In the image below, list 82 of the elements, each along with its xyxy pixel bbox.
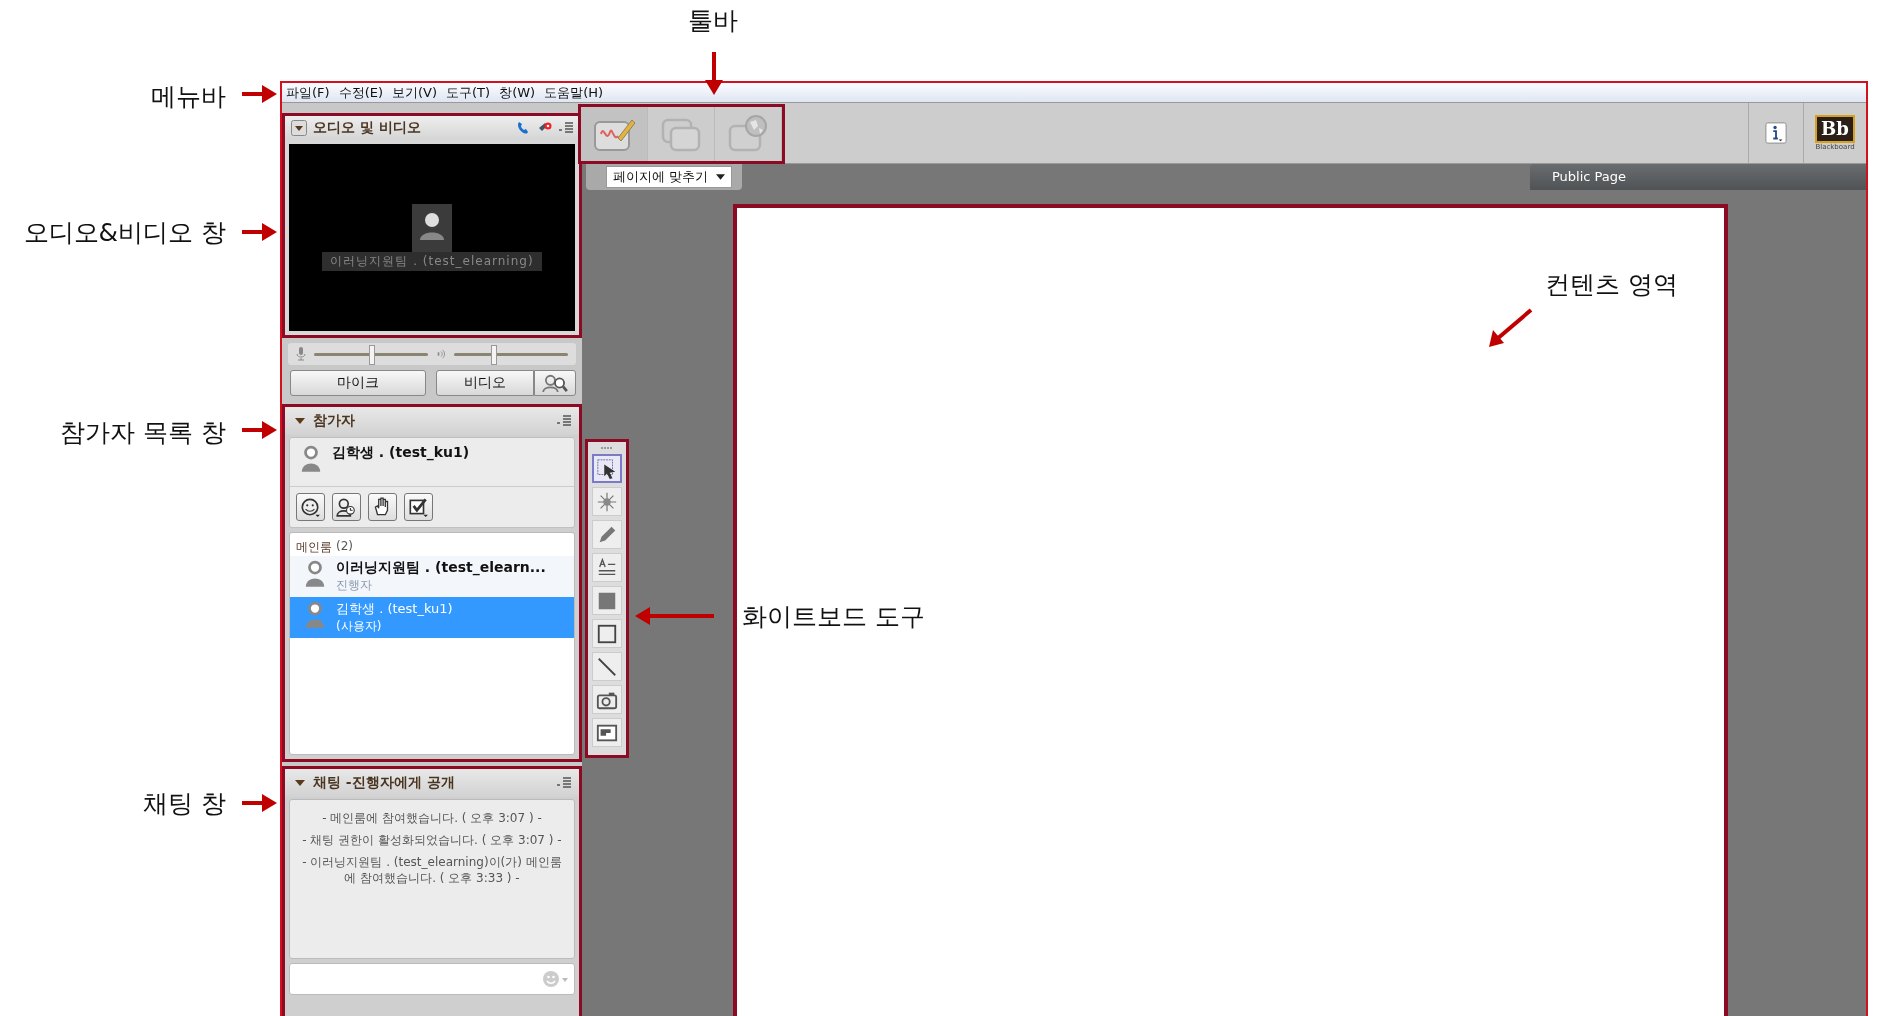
globe-icon bbox=[726, 114, 770, 154]
menu-item[interactable]: 수정(E) bbox=[338, 83, 383, 102]
participant-role: (사용자) bbox=[336, 618, 383, 635]
callout-arrow bbox=[242, 794, 277, 812]
participant-row[interactable]: 이러닝지원팀 . (test_elearn... 진행자 bbox=[290, 556, 574, 597]
callout-arrow bbox=[242, 421, 277, 439]
microphone-icon bbox=[296, 347, 306, 361]
menu-item[interactable]: 파일(F) bbox=[286, 83, 330, 102]
away-button[interactable] bbox=[332, 493, 361, 521]
callout-label: 채팅 창 bbox=[143, 788, 226, 820]
video-button[interactable]: 비디오 bbox=[436, 370, 534, 396]
select-icon bbox=[596, 457, 618, 480]
line-tool[interactable] bbox=[592, 652, 622, 681]
checkbox-icon bbox=[407, 496, 429, 518]
menu-icon[interactable] bbox=[557, 777, 571, 789]
zoom-dropdown[interactable]: 페이지에 맞추기 bbox=[606, 166, 733, 188]
video-caption: 이러닝지원팀 . (test_elearning) bbox=[322, 252, 542, 271]
pencil-tool[interactable] bbox=[592, 520, 622, 549]
chat-message: - 이러닝지원팀 . (test_elearning)이(가) 메인룸에 참여했습니다. ( 오후 3:33 ) - bbox=[301, 854, 563, 886]
callout-label: 메뉴바 bbox=[151, 81, 226, 113]
person-icon bbox=[304, 559, 326, 587]
text-tool[interactable] bbox=[592, 553, 622, 582]
person-icon bbox=[304, 600, 326, 628]
person-icon bbox=[300, 444, 322, 472]
participant-name: 이러닝지원팀 . (test_elearn... bbox=[336, 559, 546, 577]
room-count: (2) bbox=[336, 539, 353, 555]
info-icon bbox=[1765, 122, 1787, 144]
pointer-icon bbox=[596, 490, 618, 513]
chat-message: - 메인룸에 참여했습니다. ( 오후 3:07 ) - bbox=[321, 810, 543, 826]
caret-icon bbox=[716, 174, 726, 180]
page-tab[interactable]: Public Page bbox=[1530, 164, 1866, 190]
rect-icon bbox=[596, 622, 618, 645]
callout-label: 툴바 bbox=[688, 5, 738, 37]
line-icon bbox=[596, 655, 618, 678]
panel-title: 오디오 및 비디오 bbox=[313, 119, 421, 137]
user-name: 김학생 . (test_ku1) bbox=[332, 444, 470, 462]
rect-tool[interactable] bbox=[592, 619, 622, 648]
menu-icon[interactable] bbox=[559, 122, 573, 134]
collapse-icon[interactable] bbox=[295, 779, 305, 787]
raise-hand-button[interactable] bbox=[368, 493, 397, 521]
mic-button[interactable]: 마이크 bbox=[290, 370, 426, 396]
participant-role: 진행자 bbox=[336, 577, 373, 594]
slider-thumb[interactable] bbox=[369, 344, 375, 365]
logo-mark: Bb bbox=[1815, 115, 1855, 143]
callout-arrow bbox=[1489, 308, 1533, 347]
filled-rect-tool[interactable] bbox=[592, 586, 622, 615]
menu-item[interactable]: 보기(V) bbox=[392, 83, 438, 102]
panel-title: 참가자 bbox=[313, 412, 355, 430]
menu-icon[interactable] bbox=[557, 415, 571, 427]
smiley-icon bbox=[299, 496, 321, 518]
grip-icon[interactable] bbox=[600, 446, 614, 450]
chat-message: - 채팅 권한이 활성화되었습니다. ( 오후 3:07 ) - bbox=[301, 832, 563, 848]
participant-name: 김학생 . (test_ku1) bbox=[336, 600, 453, 618]
speaker-icon bbox=[436, 347, 446, 361]
callout-label: 참가자 목록 창 bbox=[60, 417, 226, 449]
callout-label: 오디오&비디오 창 bbox=[23, 217, 226, 249]
phone-icon[interactable] bbox=[515, 120, 531, 136]
search-button[interactable] bbox=[534, 370, 576, 396]
menu-item[interactable]: 도움말(H) bbox=[544, 83, 604, 102]
avatar-icon bbox=[412, 204, 452, 252]
select-tool[interactable] bbox=[592, 454, 622, 483]
image-tool[interactable] bbox=[592, 718, 622, 747]
callout-arrow bbox=[705, 52, 723, 95]
callout-label: 컨텐츠 영역 bbox=[1545, 269, 1678, 301]
collapse-icon[interactable] bbox=[295, 417, 305, 425]
emoticon-button[interactable] bbox=[296, 493, 325, 521]
callout-label: 화이트보드 도구 bbox=[742, 601, 925, 633]
panel-title: 채팅 -진행자에게 공개 bbox=[313, 774, 455, 792]
camera-tool[interactable] bbox=[592, 685, 622, 714]
person-clock-icon bbox=[335, 496, 357, 518]
whiteboard-button[interactable] bbox=[581, 107, 648, 161]
slider-thumb[interactable] bbox=[490, 344, 497, 365]
callout-arrow bbox=[242, 223, 277, 241]
menu-item[interactable]: 창(W) bbox=[499, 83, 536, 102]
room-name: 메인룸 bbox=[296, 539, 332, 556]
collapse-icon[interactable] bbox=[291, 120, 307, 136]
chat-input[interactable] bbox=[289, 963, 575, 995]
callout-arrow bbox=[242, 85, 277, 103]
menu-item[interactable]: 도구(T) bbox=[446, 83, 491, 102]
checkbox-button[interactable] bbox=[404, 493, 433, 521]
search-icon bbox=[541, 373, 569, 393]
info-button[interactable] bbox=[1748, 103, 1804, 163]
